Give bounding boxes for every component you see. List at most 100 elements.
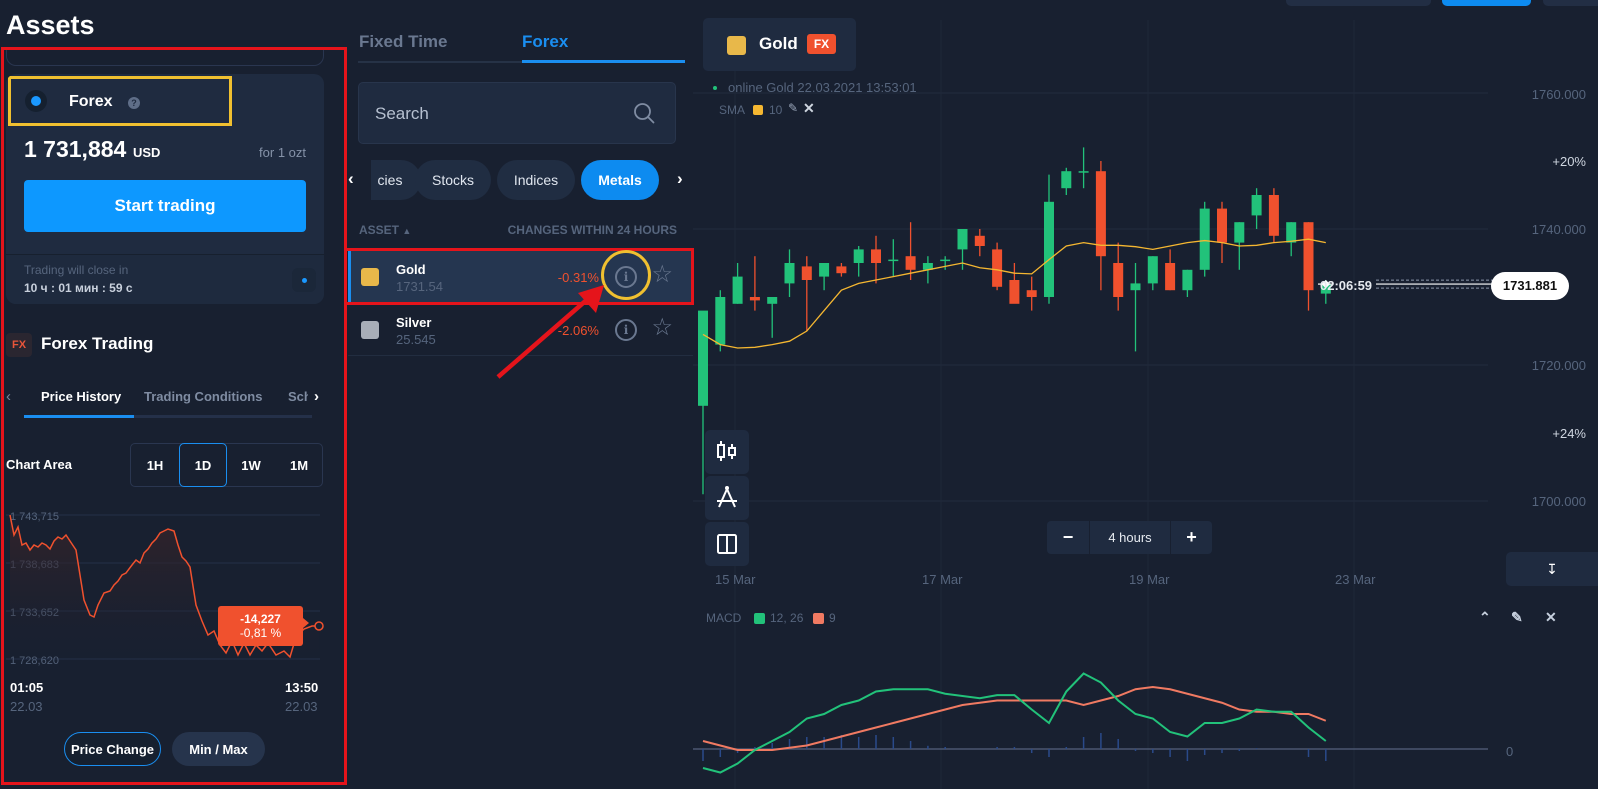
- category-indices[interactable]: Indices: [497, 160, 575, 200]
- candle-body: [1199, 208, 1210, 270]
- candle-body: [853, 249, 864, 263]
- app-root: Assets Forex ? 1 731,884 USD for 1 ozt S…: [0, 0, 1598, 789]
- chevron-right-icon[interactable]: ›: [314, 388, 319, 405]
- range-1h-button[interactable]: 1H: [131, 443, 179, 487]
- tab-price-history[interactable]: Price History: [41, 389, 121, 404]
- close-icon[interactable]: ✕: [803, 100, 815, 117]
- fit-chart-button[interactable]: ↧: [1506, 552, 1598, 586]
- candle-body: [1165, 263, 1176, 291]
- macd-zero-label: 0: [1506, 744, 1514, 759]
- previous-card-edge: [6, 48, 324, 66]
- candle-body: [767, 297, 778, 304]
- column-asset[interactable]: ASSET ▲: [359, 223, 411, 237]
- candle-body: [1078, 171, 1089, 173]
- price-change-button[interactable]: Price Change: [64, 732, 161, 766]
- category-row: ‹ cies Stocks Indices Metals ›: [348, 160, 693, 200]
- timeframe-label: 4 hours: [1089, 521, 1171, 554]
- candlestick-chart[interactable]: [693, 0, 1598, 789]
- range-1w-button[interactable]: 1W: [227, 443, 275, 487]
- collapse-arrows-icon: ↧: [1546, 560, 1558, 577]
- mini-end-time: 13:50: [285, 680, 319, 695]
- price-history-chart[interactable]: 1 743,715 1 738,683 1 733,652 1 728,620: [6, 505, 326, 675]
- candle-body: [715, 297, 726, 345]
- candle-body: [1147, 256, 1158, 284]
- chevron-left-icon[interactable]: ‹: [6, 388, 11, 405]
- category-metals[interactable]: Metals: [581, 160, 659, 200]
- trading-close-countdown: 10 ч : 01 мин : 59 с: [24, 281, 133, 295]
- candle-body: [957, 229, 968, 250]
- zoom-out-button[interactable]: −: [1047, 521, 1089, 554]
- tab-schedule[interactable]: Sch: [288, 389, 308, 404]
- chevron-up-icon[interactable]: ⌃: [1479, 609, 1491, 626]
- page-title: Assets: [6, 10, 95, 40]
- asset-name: Gold: [396, 262, 426, 277]
- search-icon[interactable]: [633, 102, 655, 124]
- asset-price: 25.545: [396, 332, 436, 347]
- question-circle-icon[interactable]: ?: [128, 97, 140, 109]
- y-axis-label: 1720.000: [1531, 358, 1586, 373]
- status-dot-icon: [292, 268, 316, 292]
- asset-card-header[interactable]: Forex ?: [8, 76, 232, 126]
- range-selector: 1H 1D 1W 1M: [130, 443, 323, 487]
- active-asset-name: Gold: [759, 34, 798, 53]
- search-input[interactable]: [375, 101, 625, 127]
- start-trading-button[interactable]: Start trading: [24, 180, 306, 232]
- sma-label: SMA: [719, 103, 746, 117]
- info-icon[interactable]: i: [615, 319, 637, 341]
- compass-icon: [717, 486, 737, 508]
- info-icon[interactable]: i: [615, 266, 637, 288]
- chevron-right-icon[interactable]: ›: [677, 169, 683, 189]
- candle-body: [1251, 195, 1262, 216]
- candle-body: [1061, 171, 1072, 189]
- x-axis-label: 15 Mar: [715, 572, 756, 587]
- tab-trading-conditions[interactable]: Trading Conditions: [144, 389, 262, 404]
- star-icon[interactable]: ☆: [651, 263, 673, 287]
- tab-forex[interactable]: Forex: [522, 32, 568, 52]
- chevron-left-icon[interactable]: ‹: [348, 169, 354, 189]
- pencil-icon[interactable]: ✎: [1511, 609, 1523, 626]
- candle-body: [1044, 201, 1054, 297]
- macd-fast-params: 12, 26: [770, 611, 804, 625]
- list-divider: [348, 355, 693, 356]
- asset-row-gold[interactable]: Gold 1731.54 -0.31% i ☆: [348, 250, 693, 304]
- category-currencies[interactable]: cies: [371, 160, 421, 200]
- layout-button[interactable]: [705, 522, 749, 566]
- gold-bars-icon: [361, 268, 379, 286]
- range-1m-button[interactable]: 1M: [275, 443, 323, 487]
- zoom-in-button[interactable]: +: [1171, 521, 1212, 554]
- y-axis-pct-label: +24%: [1552, 426, 1586, 441]
- tab-active-indicator: [522, 60, 685, 63]
- pencil-icon[interactable]: ✎: [788, 101, 798, 115]
- sma-period: 10: [769, 103, 783, 117]
- trading-close-section: Trading will close in 10 ч : 01 мин : 59…: [6, 254, 324, 304]
- star-icon[interactable]: ☆: [651, 316, 673, 340]
- range-1d-button[interactable]: 1D: [179, 443, 227, 487]
- category-stocks[interactable]: Stocks: [415, 160, 491, 200]
- close-icon[interactable]: ✕: [1545, 609, 1557, 626]
- x-axis-label: 17 Mar: [922, 572, 963, 587]
- info-tabs: ‹ Price History Trading Conditions Sch ›: [0, 386, 330, 418]
- drawing-tools-button[interactable]: [705, 476, 749, 520]
- candle-body: [1009, 280, 1020, 304]
- candle-body: [871, 249, 881, 263]
- candles-icon: [717, 441, 736, 461]
- chart-type-button[interactable]: [705, 430, 749, 474]
- candle-body: [732, 276, 743, 304]
- macd-fast-swatch: [754, 613, 765, 624]
- asset-change: -0.31%: [557, 270, 599, 285]
- asset-row-silver[interactable]: Silver 25.545 -2.06% i ☆: [348, 303, 693, 357]
- silver-bars-icon: [361, 321, 379, 339]
- candle-body: [940, 259, 951, 262]
- y-axis-label: 1700.000: [1531, 494, 1586, 509]
- sma-color-swatch: [753, 105, 763, 115]
- sort-up-icon: ▲: [402, 226, 412, 236]
- fx-badge: FX: [6, 333, 32, 357]
- min-max-button[interactable]: Min / Max: [172, 732, 265, 766]
- asset-name: Silver: [396, 315, 432, 330]
- candle-body: [1234, 222, 1245, 243]
- mini-end-date: 22.03: [285, 699, 318, 714]
- y-axis-label: 1760.000: [1531, 87, 1586, 102]
- active-asset-chip[interactable]: Gold FX: [703, 18, 856, 71]
- tab-fixed-time[interactable]: Fixed Time: [359, 32, 448, 52]
- radio-selected-icon[interactable]: [25, 90, 47, 112]
